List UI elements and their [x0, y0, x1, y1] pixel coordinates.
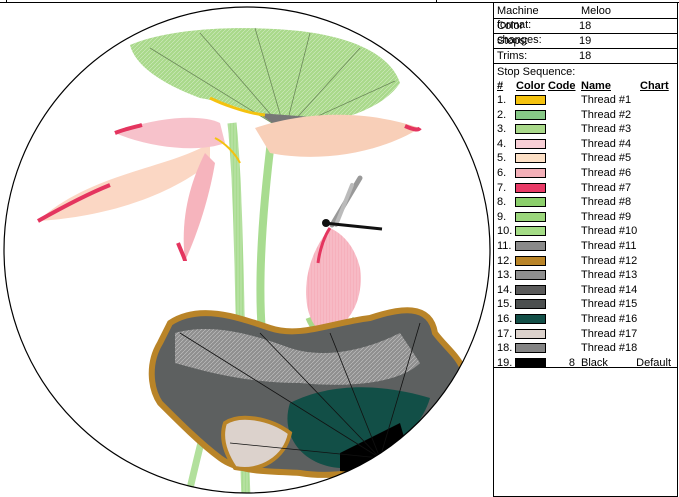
thread-color-swatch: [515, 138, 546, 149]
thread-color-swatch: [515, 299, 546, 310]
divider: [494, 367, 677, 368]
thread-name: Thread #4: [581, 137, 632, 150]
thread-row: 12. Thread #12: [494, 254, 677, 269]
thread-name: Thread #13: [581, 269, 638, 282]
thread-color-swatch: [515, 284, 546, 295]
design-preview[interactable]: [0, 3, 494, 497]
embroidery-design: [3, 6, 491, 494]
thread-name: Thread #12: [581, 254, 638, 267]
thread-row: 17. Thread #17: [494, 327, 677, 342]
color-changes-value: 18: [579, 20, 592, 32]
stop-sequence-panel: Machine format: Meloo Color changes: 18 …: [494, 3, 679, 497]
stop-sequence-title: Stop Sequence:: [497, 66, 576, 78]
thread-row: 6. Thread #6: [494, 166, 677, 181]
thread-number: 10.: [497, 225, 513, 238]
thread-name: Thread #16: [581, 313, 638, 325]
thread-name: Thread #3: [581, 123, 632, 136]
stops-label: Stops:: [497, 35, 529, 47]
thread-color-swatch: [515, 328, 546, 339]
thread-number: 7.: [497, 181, 507, 194]
thread-name: Thread #14: [581, 283, 638, 296]
header-color: Color: [516, 80, 545, 92]
thread-name: Thread #15: [581, 298, 638, 311]
thread-number: 8.: [497, 196, 507, 209]
thread-row: 14. Thread #14: [494, 283, 677, 298]
thread-name: Thread #1: [581, 94, 632, 106]
thread-name: Thread #11: [581, 240, 637, 252]
machine-format-value: Meloo: [581, 5, 611, 17]
thread-number: 14.: [497, 283, 513, 296]
thread-color-swatch: [515, 241, 546, 251]
header-chart: Chart: [640, 80, 669, 92]
thread-row: 10. Thread #10: [494, 224, 677, 239]
thread-color-swatch: [515, 343, 546, 354]
thread-number: 13.: [497, 269, 513, 282]
thread-color-swatch: [515, 168, 546, 178]
thread-row: 2. Thread #2: [494, 108, 677, 123]
thread-row: 11. Thread #11: [494, 239, 677, 254]
thread-row: 19. 8 Black Default: [494, 356, 677, 371]
thread-color-swatch: [515, 197, 546, 208]
stops-value: 19: [579, 35, 592, 47]
thread-name: Thread #18: [581, 342, 638, 355]
header-code: Code: [548, 80, 576, 92]
thread-color-swatch: [515, 314, 546, 324]
thread-number: 4.: [497, 137, 507, 150]
thread-number: 1.: [497, 94, 507, 106]
thread-number: 15.: [497, 298, 513, 311]
thread-number: 17.: [497, 327, 513, 340]
thread-row: 7. Thread #7: [494, 181, 677, 196]
thread-number: 3.: [497, 123, 507, 136]
thread-number: 9.: [497, 210, 507, 223]
thread-name: Thread #5: [581, 152, 632, 165]
thread-color-swatch: [515, 182, 546, 193]
thread-row: 13. Thread #13: [494, 268, 677, 283]
thread-name: Thread #10: [581, 225, 638, 238]
trims-value: 18: [579, 50, 592, 62]
thread-name: Thread #17: [581, 327, 638, 340]
thread-row: 3. Thread #3: [494, 122, 677, 137]
thread-row: 15. Thread #15: [494, 297, 677, 312]
divider: [494, 63, 677, 64]
thread-row: 9. Thread #9: [494, 210, 677, 225]
thread-row: 4. Thread #4: [494, 137, 677, 152]
header-name: Name: [581, 80, 611, 92]
thread-row: 1. Thread #1: [494, 93, 677, 108]
thread-color-swatch: [515, 109, 546, 120]
thread-number: 6.: [497, 167, 507, 179]
thread-number: 16.: [497, 313, 513, 325]
thread-color-swatch: [515, 211, 546, 222]
thread-row: 8. Thread #8: [494, 195, 677, 210]
thread-number: 12.: [497, 254, 513, 267]
thread-number: 18.: [497, 342, 513, 355]
thread-color-swatch: [515, 124, 546, 135]
thread-color-swatch: [515, 95, 546, 105]
thread-name: Thread #2: [581, 108, 632, 121]
trims-label: Trims:: [497, 50, 528, 62]
thread-name: Thread #9: [581, 210, 632, 223]
thread-color-swatch: [515, 255, 546, 266]
thread-number: 2.: [497, 108, 507, 121]
thread-name: Thread #7: [581, 181, 632, 194]
thread-number: 5.: [497, 152, 507, 165]
thread-row: 5. Thread #5: [494, 151, 677, 166]
thread-name: Thread #8: [581, 196, 632, 209]
thread-color-swatch: [515, 153, 546, 164]
header-num: #: [497, 80, 504, 92]
thread-row: 16. Thread #16: [494, 312, 677, 327]
thread-color-swatch: [515, 270, 546, 281]
thread-name: Thread #6: [581, 167, 632, 179]
thread-number: 11.: [497, 240, 512, 252]
panel-right-border: [677, 3, 678, 497]
thread-row: 18. Thread #18: [494, 341, 677, 356]
thread-color-swatch: [515, 226, 546, 237]
